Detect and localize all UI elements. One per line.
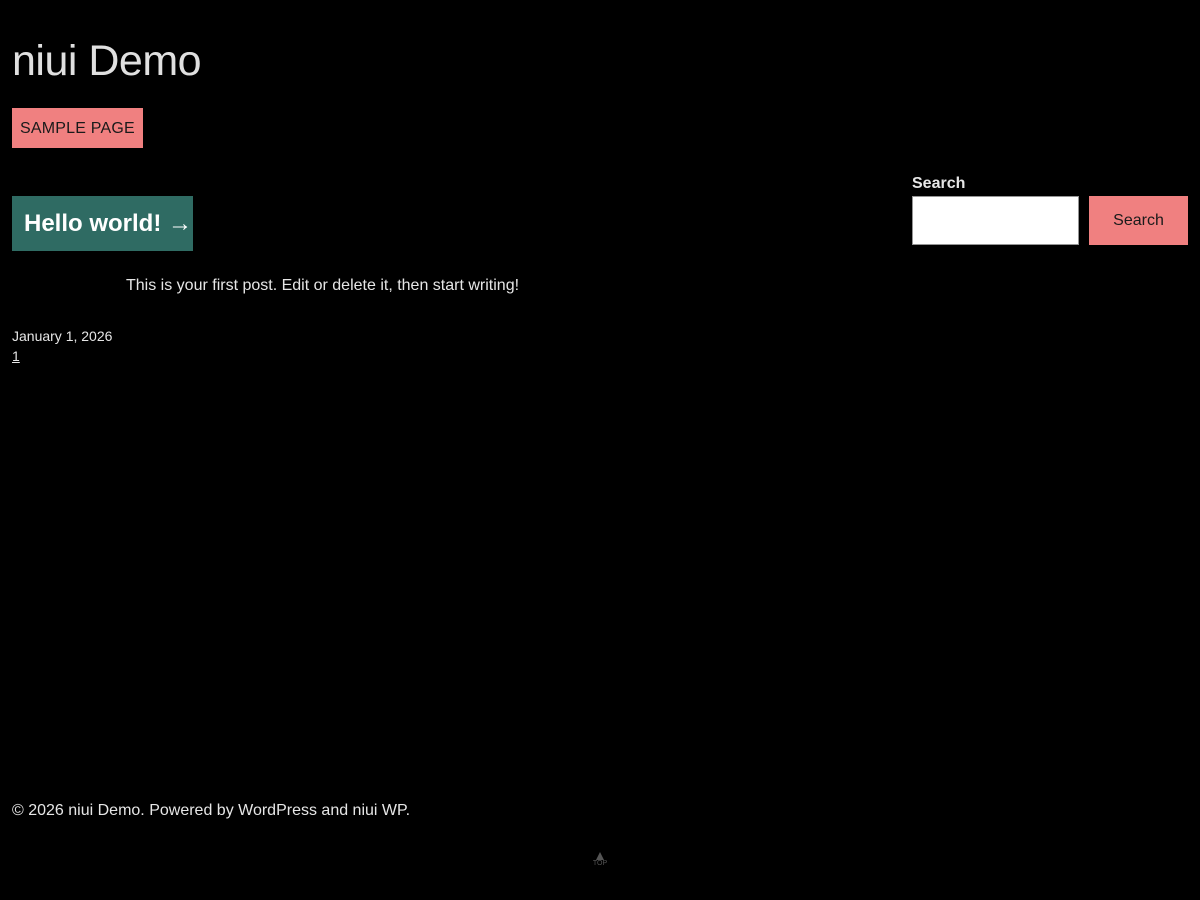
- post-excerpt: This is your first post. Edit or delete …: [126, 277, 520, 294]
- nav-item-sample-page[interactable]: SAMPLE PAGE: [12, 108, 143, 148]
- search-button[interactable]: Search: [1089, 196, 1188, 245]
- footer-credits: © 2026 niui Demo. Powered by WordPress a…: [12, 802, 411, 819]
- search-label: Search: [912, 175, 966, 192]
- search-input[interactable]: [912, 196, 1079, 245]
- back-to-top-label: TOP: [592, 860, 608, 867]
- post-title-link[interactable]: Hello world! →: [12, 196, 193, 251]
- page: niui Demo SAMPLE PAGE Hello world! → Thi…: [0, 0, 1200, 900]
- primary-nav: SAMPLE PAGE: [12, 108, 143, 148]
- site-title[interactable]: niui Demo: [12, 37, 202, 85]
- back-to-top-button[interactable]: TOP: [588, 850, 612, 872]
- post-date: January 1, 2026: [12, 328, 113, 344]
- arrow-up-icon: [596, 852, 604, 860]
- pagination-page-1[interactable]: 1: [12, 348, 20, 364]
